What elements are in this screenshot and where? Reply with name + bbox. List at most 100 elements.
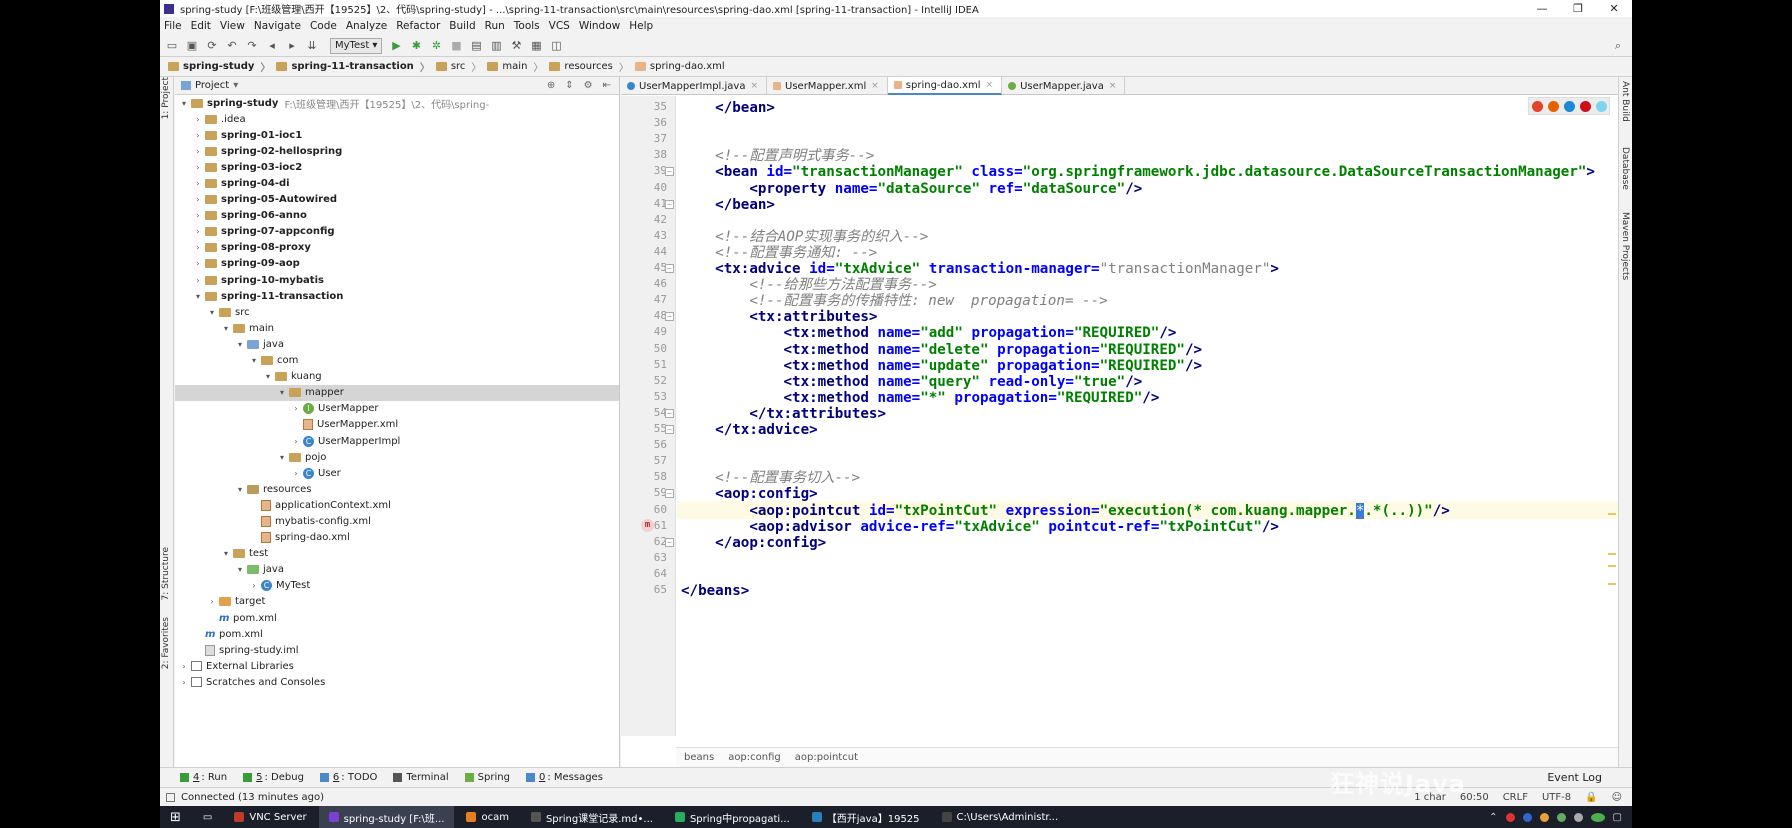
chevron-right-icon[interactable]: ›: [193, 259, 203, 268]
tree-node[interactable]: › C UserMapperImpl: [175, 433, 619, 449]
ant-build-tool-tab[interactable]: Ant Build: [1620, 81, 1630, 122]
keyboard-icon[interactable]: [1573, 812, 1583, 822]
chevron-down-icon[interactable]: ▾: [193, 292, 203, 301]
project-view-select[interactable]: Project: [195, 80, 229, 91]
xml-breadcrumb-item[interactable]: beans: [684, 752, 714, 763]
editor-tab[interactable]: UserMapper.java ×: [1002, 77, 1126, 95]
undo-icon[interactable]: ↶: [224, 38, 240, 54]
tree-node[interactable]: › .idea: [175, 111, 619, 127]
inspector-icon[interactable]: ☺: [1612, 792, 1622, 803]
tree-node[interactable]: ▾ main: [175, 320, 619, 336]
nav-crumb[interactable]: src 〉: [435, 59, 481, 74]
save-all-icon[interactable]: ▣: [184, 38, 200, 54]
vcs-icon[interactable]: ▤: [468, 38, 484, 54]
chevron-right-icon[interactable]: ›: [193, 147, 203, 156]
fold-toggle-icon[interactable]: –: [665, 489, 674, 499]
chevron-right-icon[interactable]: ›: [193, 227, 203, 236]
tool-window-button[interactable]: 4: Run: [180, 772, 227, 783]
fold-toggle-icon[interactable]: –: [665, 408, 674, 418]
close-button[interactable]: ✕: [1596, 0, 1632, 17]
status-toggle-icon[interactable]: [166, 792, 175, 802]
tree-node[interactable]: ▾ com: [175, 353, 619, 369]
taskbar-item[interactable]: Spring课堂记录.md•...: [521, 806, 663, 828]
taskbar-item[interactable]: spring-study [F:\班...: [318, 806, 455, 828]
stop-icon[interactable]: ■: [448, 38, 464, 54]
taskbar-item[interactable]: VNC Server: [224, 806, 316, 828]
menu-analyze[interactable]: Analyze: [346, 20, 387, 32]
menu-run[interactable]: Run: [485, 20, 505, 32]
chevron-down-icon[interactable]: ▾: [179, 99, 189, 108]
tree-node[interactable]: m pom.xml: [175, 626, 619, 642]
chevron-down-icon[interactable]: ▾: [207, 308, 217, 317]
chevron-down-icon[interactable]: ▾: [263, 372, 273, 381]
maven-tool-tab[interactable]: Maven Projects: [1620, 212, 1630, 280]
lock-icon[interactable]: 🔒: [1585, 792, 1597, 803]
chevron-down-icon[interactable]: ▾: [235, 340, 245, 349]
tool-window-button[interactable]: Spring: [464, 772, 510, 783]
network-icon[interactable]: [1539, 812, 1549, 822]
tree-node[interactable]: ▾ resources: [175, 481, 619, 497]
tree-node[interactable]: ▾ pojo: [175, 449, 619, 465]
chevron-down-icon[interactable]: ▾: [221, 324, 231, 333]
gear-icon[interactable]: ⚙: [584, 80, 593, 91]
menu-file[interactable]: File: [164, 20, 182, 32]
close-tab-icon[interactable]: ×: [986, 80, 994, 90]
forward-icon[interactable]: ▸: [284, 38, 300, 54]
chevron-right-icon[interactable]: ›: [207, 597, 217, 606]
project-structure-icon[interactable]: ▥: [488, 38, 504, 54]
tree-node[interactable]: › C User: [175, 465, 619, 481]
tree-node[interactable]: › spring-01-ioc1: [175, 127, 619, 143]
menu-edit[interactable]: Edit: [191, 20, 211, 32]
redo-icon[interactable]: ↷: [244, 38, 260, 54]
tree-node[interactable]: UserMapper.xml: [175, 417, 619, 433]
code-editor[interactable]: 35 36 37 38 39–40 41–42 43 44 45–46 47 48–49 50 51 52…: [621, 96, 1621, 736]
editor-tab[interactable]: spring-dao.xml ×: [887, 77, 1003, 95]
open-folder-icon[interactable]: ▭: [164, 38, 180, 54]
menu-tools[interactable]: Tools: [514, 20, 540, 32]
input-method-icon[interactable]: [1590, 812, 1605, 822]
close-tab-icon[interactable]: ×: [1109, 81, 1117, 91]
tree-node[interactable]: ▾ spring-11-transaction: [175, 288, 619, 304]
tree-node[interactable]: › External Libraries: [175, 658, 619, 674]
tree-node[interactable]: ▾ java: [175, 562, 619, 578]
chevron-right-icon[interactable]: ›: [179, 662, 189, 671]
menu-build[interactable]: Build: [449, 20, 475, 32]
error-stripe-mark[interactable]: [1608, 553, 1616, 555]
tree-node[interactable]: spring-dao.xml: [175, 530, 619, 546]
tree-node[interactable]: › I UserMapper: [175, 401, 619, 417]
nav-crumb[interactable]: main 〉: [487, 59, 543, 74]
chevron-down-icon[interactable]: ▾: [277, 388, 287, 397]
start-button[interactable]: ⊞: [160, 806, 191, 828]
project-tool-tab[interactable]: 1: Project: [161, 77, 171, 119]
taskbar-item[interactable]: ocam: [456, 806, 519, 828]
tree-node[interactable]: › spring-02-hellospring: [175, 143, 619, 159]
firefox-icon[interactable]: [1547, 100, 1559, 112]
chevron-right-icon[interactable]: ›: [193, 195, 203, 204]
chevron-down-icon[interactable]: ▾: [277, 453, 287, 462]
nav-crumb[interactable]: resources 〉: [549, 59, 629, 74]
tree-node[interactable]: › target: [175, 594, 619, 610]
chevron-right-icon[interactable]: ›: [249, 581, 259, 590]
chevron-right-icon[interactable]: ›: [193, 276, 203, 285]
aop-advice-gutter-icon[interactable]: m: [641, 518, 654, 532]
tree-node[interactable]: applicationContext.xml: [175, 497, 619, 513]
menu-vcs[interactable]: VCS: [549, 20, 570, 32]
fold-toggle-icon[interactable]: –: [665, 537, 674, 547]
close-tab-icon[interactable]: ×: [871, 81, 879, 91]
taskbar-item[interactable]: Spring中propagati...: [665, 806, 800, 828]
tree-node[interactable]: › spring-06-anno: [175, 208, 619, 224]
run-icon[interactable]: ▶: [388, 38, 404, 54]
maximize-button[interactable]: ❐: [1560, 0, 1596, 17]
taskbar-item[interactable]: 【西开java】19525: [802, 806, 930, 828]
record-icon[interactable]: [1505, 812, 1515, 822]
debug-icon[interactable]: ✱: [408, 38, 424, 54]
tree-node[interactable]: ▾ src: [175, 304, 619, 320]
chevron-right-icon[interactable]: ›: [179, 678, 189, 687]
tool-window-button[interactable]: 5: Debug: [243, 772, 304, 783]
file-encoding[interactable]: UTF-8: [1542, 792, 1571, 803]
tree-node[interactable]: spring-study.iml: [175, 642, 619, 658]
event-log-button[interactable]: Event Log: [1547, 771, 1602, 784]
tree-node[interactable]: › spring-08-proxy: [175, 240, 619, 256]
menu-help[interactable]: Help: [629, 20, 653, 32]
sync-icon[interactable]: ⟳: [204, 38, 220, 54]
